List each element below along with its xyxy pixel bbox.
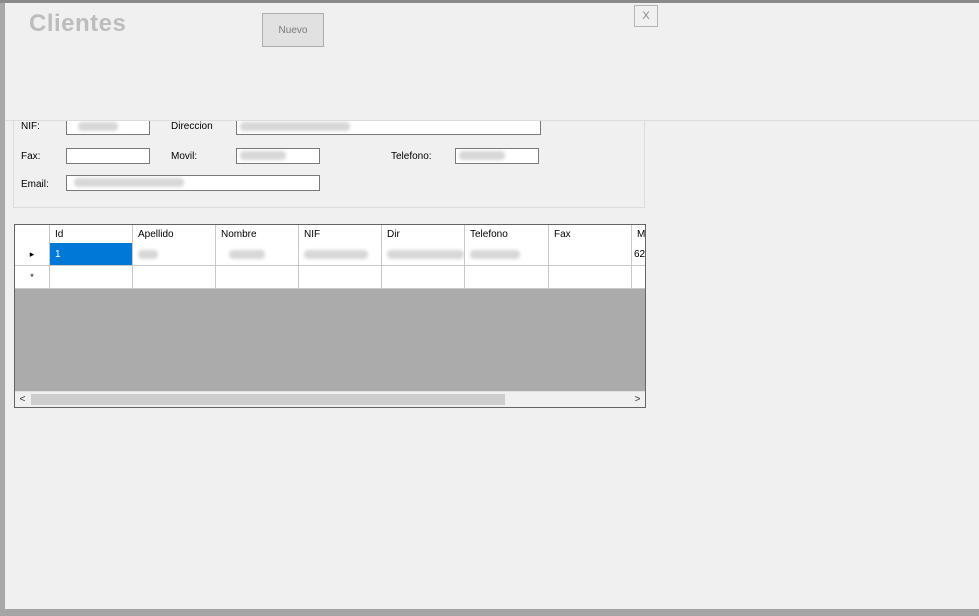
telefono-field[interactable] xyxy=(455,148,539,164)
cell-nif[interactable] xyxy=(299,243,382,265)
row-header-corner xyxy=(15,225,50,243)
column-header-movil[interactable]: M xyxy=(632,225,645,243)
clients-grid[interactable]: Id Apellido Nombre NIF Dir Telefono Fax … xyxy=(14,224,646,408)
cell-fax[interactable] xyxy=(549,243,632,265)
grid-header-row: Id Apellido Nombre NIF Dir Telefono Fax … xyxy=(15,225,645,244)
cell-apellido[interactable] xyxy=(133,243,216,265)
new-cell-movil[interactable] xyxy=(632,266,645,288)
close-button[interactable]: X xyxy=(634,5,658,27)
row-indicator[interactable]: ▸ xyxy=(15,243,50,265)
column-header-dir[interactable]: Dir xyxy=(382,225,465,243)
movil-field[interactable] xyxy=(236,148,320,164)
new-cell-dir[interactable] xyxy=(382,266,465,288)
email-label: Email: xyxy=(21,179,49,190)
scroll-right-icon[interactable]: > xyxy=(630,392,645,407)
fax-label: Fax: xyxy=(21,151,41,162)
cell-movil[interactable]: 62 xyxy=(632,243,645,265)
direccion-label: Direccion xyxy=(171,121,213,132)
fax-field[interactable] xyxy=(66,148,150,164)
column-header-nombre[interactable]: Nombre xyxy=(216,225,299,243)
new-row-indicator[interactable]: * xyxy=(15,266,50,288)
new-cell-id[interactable] xyxy=(50,266,133,288)
new-cell-apellido[interactable] xyxy=(133,266,216,288)
cell-nombre[interactable] xyxy=(216,243,299,265)
nuevo-button[interactable]: Nuevo xyxy=(262,13,324,47)
telefono-label: Telefono: xyxy=(391,151,432,162)
cell-dir[interactable] xyxy=(382,243,465,265)
column-header-telefono[interactable]: Telefono xyxy=(465,225,549,243)
scroll-thumb[interactable] xyxy=(31,394,505,405)
email-field[interactable] xyxy=(66,175,320,191)
new-cell-nombre[interactable] xyxy=(216,266,299,288)
new-cell-nif[interactable] xyxy=(299,266,382,288)
column-header-id[interactable]: Id xyxy=(50,225,133,243)
column-header-apellido[interactable]: Apellido xyxy=(133,225,216,243)
header-panel: Clientes Nuevo X xyxy=(5,3,979,121)
column-header-nif[interactable]: NIF xyxy=(299,225,382,243)
clientes-window: NIF: Direccion Fax: Movil: Telefono: Ema… xyxy=(0,0,979,609)
nif-field[interactable] xyxy=(66,119,150,135)
cell-telefono[interactable] xyxy=(465,243,549,265)
new-cell-fax[interactable] xyxy=(549,266,632,288)
cell-id[interactable]: 1 xyxy=(50,243,133,265)
movil-label: Movil: xyxy=(171,151,198,162)
table-row[interactable]: ▸ 1 62 xyxy=(15,243,645,266)
nif-label: NIF: xyxy=(21,121,40,132)
column-header-fax[interactable]: Fax xyxy=(549,225,632,243)
direccion-field[interactable] xyxy=(236,119,541,135)
client-form: NIF: Direccion Fax: Movil: Telefono: Ema… xyxy=(13,109,645,208)
page-title: Clientes xyxy=(29,10,127,37)
horizontal-scrollbar[interactable]: < > xyxy=(15,391,645,407)
new-row[interactable]: * xyxy=(15,266,645,289)
new-cell-telefono[interactable] xyxy=(465,266,549,288)
scroll-left-icon[interactable]: < xyxy=(15,392,30,407)
